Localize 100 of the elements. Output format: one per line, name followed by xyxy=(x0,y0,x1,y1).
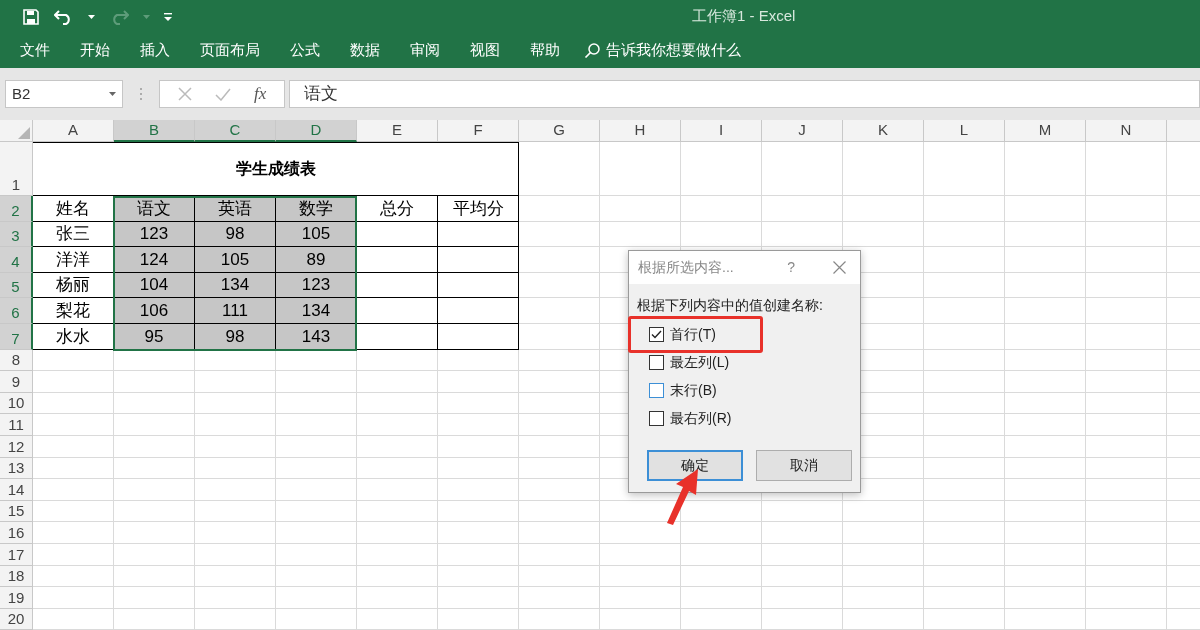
row-header[interactable]: 6 xyxy=(0,298,33,324)
column-header[interactable]: A xyxy=(33,120,114,142)
window-title: 工作簿1 - Excel xyxy=(692,6,796,26)
checkbox[interactable] xyxy=(649,354,664,370)
table-cell: 104 xyxy=(114,272,195,299)
ribbon-tab[interactable]: 文件 xyxy=(20,38,50,62)
row-header[interactable]: 3 xyxy=(0,221,33,248)
checkmark-icon xyxy=(651,329,662,339)
row-header[interactable]: 14 xyxy=(0,479,33,501)
grip-icon xyxy=(139,87,143,101)
checkbox[interactable] xyxy=(649,326,664,342)
column-header[interactable]: C xyxy=(195,120,276,142)
column-header[interactable]: M xyxy=(1005,120,1086,142)
row-header[interactable]: 12 xyxy=(0,435,33,458)
row-header[interactable]: 1 xyxy=(0,142,33,196)
table-cell: 105 xyxy=(195,247,276,273)
row-header[interactable]: 7 xyxy=(0,323,33,350)
table-cell: 数学 xyxy=(276,196,357,222)
table-cell: 106 xyxy=(114,298,195,324)
table-cell: 123 xyxy=(114,221,195,248)
column-header[interactable]: D xyxy=(276,120,357,142)
table-cell: 平均分 xyxy=(438,196,519,222)
corner-triangle-icon xyxy=(18,127,30,139)
row-header[interactable]: 20 xyxy=(0,608,33,630)
checkbox-label[interactable]: 最左列(L) xyxy=(670,351,730,373)
column-header[interactable]: F xyxy=(438,120,519,142)
ribbon-tab[interactable]: 数据 xyxy=(350,38,380,62)
ribbon-tab[interactable]: 开始 xyxy=(80,38,110,62)
checkbox-label[interactable]: 最右列(R) xyxy=(670,407,732,429)
close-icon[interactable] xyxy=(833,261,846,274)
row-header[interactable]: 9 xyxy=(0,371,33,393)
grid-cell[interactable] xyxy=(600,142,681,196)
row-header[interactable]: 11 xyxy=(0,414,33,436)
table-cell: 134 xyxy=(195,272,276,299)
caret-icon[interactable] xyxy=(88,15,95,19)
table-cell: 水水 xyxy=(33,323,114,350)
table-cell: 124 xyxy=(114,247,195,273)
row-header[interactable]: 13 xyxy=(0,457,33,480)
ribbon-tab[interactable]: 公式 xyxy=(290,38,320,62)
table-cell: 134 xyxy=(276,298,357,324)
enter-icon[interactable] xyxy=(214,87,231,101)
grid-cell[interactable] xyxy=(519,142,600,196)
column-header[interactable]: N xyxy=(1086,120,1167,142)
insert-function-button[interactable]: fx xyxy=(254,81,267,107)
checkbox[interactable] xyxy=(649,382,664,398)
column-header[interactable]: L xyxy=(924,120,1005,142)
grid-cell[interactable] xyxy=(762,142,843,196)
checkbox[interactable] xyxy=(649,410,664,426)
ribbon-tab[interactable]: 插入 xyxy=(140,38,170,62)
column-header[interactable]: J xyxy=(762,120,843,142)
dialog-prompt: 根据下列内容中的值创建名称: xyxy=(637,296,824,315)
row-header[interactable]: 18 xyxy=(0,565,33,588)
dialog-button[interactable]: 确定 xyxy=(647,450,743,481)
row-header[interactable]: 2 xyxy=(0,196,33,222)
ribbon-tab[interactable]: 视图 xyxy=(470,38,500,62)
column-header[interactable]: I xyxy=(681,120,762,142)
table-cell: 98 xyxy=(195,221,276,248)
table-cell: 英语 xyxy=(195,196,276,222)
formula-input[interactable]: 语文 xyxy=(289,80,1200,108)
grid-cell[interactable] xyxy=(1086,142,1167,196)
table-cell: 143 xyxy=(276,323,357,350)
merged-title-cell: 学生成绩表 xyxy=(33,142,519,196)
grid-cell[interactable] xyxy=(1005,142,1086,196)
table-cell: 张三 xyxy=(33,221,114,248)
dialog-title: 根据所选内容... xyxy=(638,258,734,277)
table-cell: 89 xyxy=(276,247,357,273)
dialog-button[interactable]: 取消 xyxy=(756,450,852,481)
row-header[interactable]: 5 xyxy=(0,272,33,299)
grid-cell[interactable] xyxy=(843,142,924,196)
save-icon[interactable] xyxy=(22,8,40,26)
table-cell: 111 xyxy=(195,298,276,324)
row-header[interactable]: 15 xyxy=(0,500,33,523)
table-cell: 姓名 xyxy=(33,196,114,222)
table-cell: 梨花 xyxy=(33,298,114,324)
column-header[interactable]: B xyxy=(114,120,195,142)
row-header[interactable]: 19 xyxy=(0,587,33,609)
row-header[interactable]: 10 xyxy=(0,392,33,415)
column-header[interactable]: H xyxy=(600,120,681,142)
ribbon-tab[interactable]: 帮助 xyxy=(530,38,560,62)
checkbox-label[interactable]: 末行(B) xyxy=(670,379,717,401)
checkbox-label[interactable]: 首行(T) xyxy=(670,323,716,345)
grid-cell[interactable] xyxy=(924,142,1005,196)
ribbon-tab[interactable]: 页面布局 xyxy=(200,38,260,62)
row-header[interactable]: 16 xyxy=(0,522,33,544)
column-header[interactable]: E xyxy=(357,120,438,142)
grid-cell[interactable] xyxy=(681,142,762,196)
row-header[interactable]: 8 xyxy=(0,349,33,372)
column-header[interactable]: K xyxy=(843,120,924,142)
table-cell: 123 xyxy=(276,272,357,299)
ribbon-tab[interactable]: 审阅 xyxy=(410,38,440,62)
name-box[interactable]: B2 xyxy=(5,80,123,108)
help-button[interactable]: ? xyxy=(787,257,795,278)
table-cell: 语文 xyxy=(114,196,195,222)
row-header[interactable]: 4 xyxy=(0,247,33,273)
row-header[interactable]: 17 xyxy=(0,543,33,566)
search-icon xyxy=(584,41,601,59)
column-header[interactable]: G xyxy=(519,120,600,142)
tell-me-field[interactable]: 告诉我你想要做什么 xyxy=(606,38,741,62)
cancel-icon[interactable] xyxy=(177,87,192,101)
customize-toolbar-icon[interactable] xyxy=(164,13,172,21)
